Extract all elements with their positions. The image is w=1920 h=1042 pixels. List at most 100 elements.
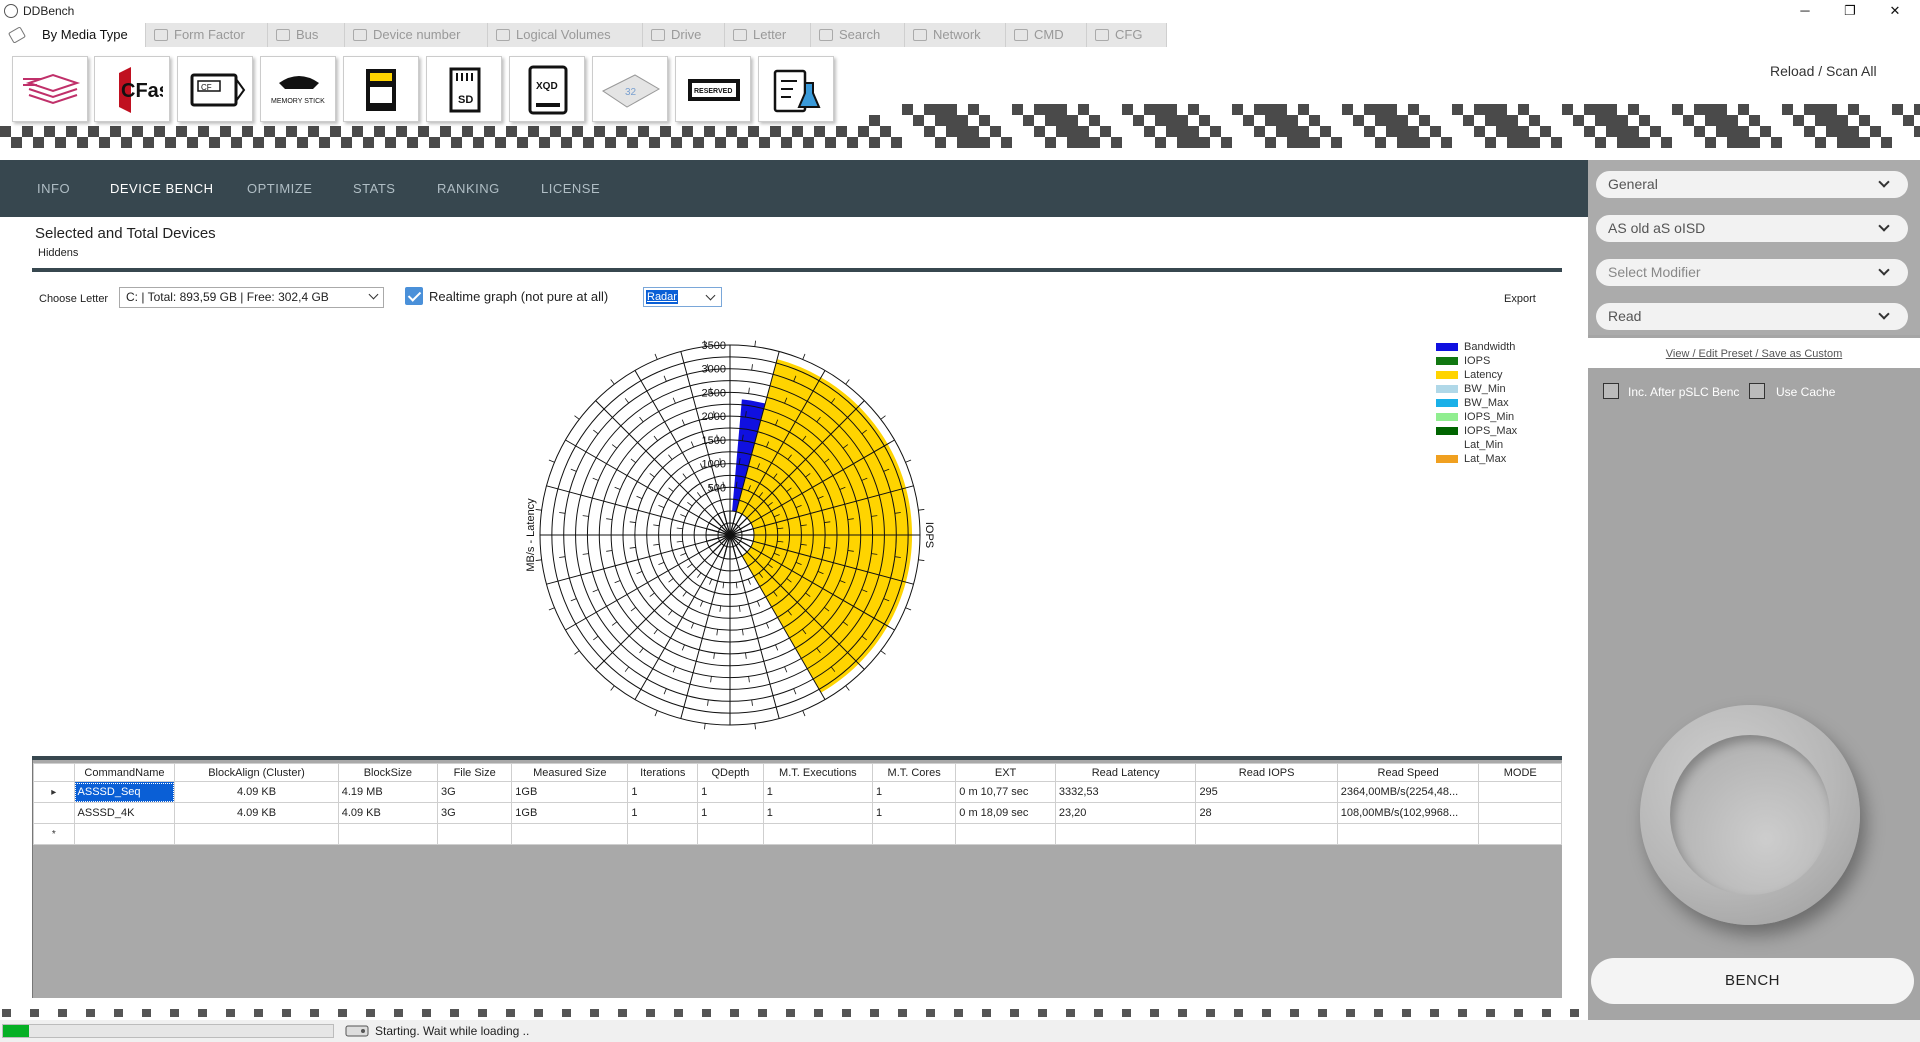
column-header[interactable]: CommandName <box>73 763 176 782</box>
table-row[interactable]: ASSSD_4K 4.09 KB 4.09 KB 3G 1GB 1 1 1 1 … <box>33 802 1562 824</box>
nav-ranking[interactable]: RANKING <box>437 160 500 217</box>
row-header-current[interactable]: ▸ <box>33 781 75 803</box>
table-row[interactable]: ▸ ASSSD_Seq 4.09 KB 4.19 MB 3G 1GB 1 1 1… <box>33 781 1562 803</box>
table-cell[interactable]: 3332,53 <box>1054 781 1197 803</box>
table-cell[interactable] <box>1336 823 1480 845</box>
media-sd-button[interactable]: SD <box>426 56 502 122</box>
restore-button[interactable]: ❐ <box>1827 0 1873 22</box>
media-memory-stick-button[interactable]: MEMORY STICK <box>260 56 336 122</box>
column-header[interactable]: BlockAlign (Cluster) <box>174 763 339 782</box>
media-sd-black-button[interactable] <box>343 56 419 122</box>
reload-scan-all-link[interactable]: Reload / Scan All <box>1770 63 1877 79</box>
tab-network[interactable]: Network <box>905 23 1006 47</box>
tab-search[interactable]: Search <box>811 23 905 47</box>
column-header[interactable]: Read Speed <box>1336 763 1480 782</box>
bench-dial-center[interactable] <box>1670 735 1830 895</box>
media-usb-stick-button[interactable]: 32 <box>592 56 668 122</box>
table-cell[interactable]: 108,00MB/s(102,9968... <box>1336 802 1480 824</box>
table-cell[interactable] <box>955 823 1056 845</box>
table-cell[interactable]: ASSSD_4K <box>73 802 176 824</box>
nav-optimize[interactable]: OPTIMIZE <box>247 160 312 217</box>
media-all-button[interactable] <box>12 56 88 122</box>
table-cell[interactable]: 4.19 MB <box>337 781 439 803</box>
table-cell[interactable]: 28 <box>1195 802 1338 824</box>
table-cell[interactable]: 295 <box>1195 781 1338 803</box>
realtime-graph-checkbox[interactable] <box>405 287 423 305</box>
close-button[interactable]: ✕ <box>1872 0 1918 22</box>
media-cf-button[interactable]: CF <box>177 56 253 122</box>
export-button[interactable]: Export <box>1504 293 1536 305</box>
tab-cmd[interactable]: CMD <box>1006 23 1087 47</box>
media-lab-button[interactable] <box>758 56 834 122</box>
tab-device-number[interactable]: Device number <box>345 23 488 47</box>
media-reserved-button[interactable]: RESERVED <box>675 56 751 122</box>
letter-dropdown[interactable]: C: | Total: 893,59 GB | Free: 302,4 GB <box>119 287 384 308</box>
table-cell[interactable] <box>437 823 513 845</box>
table-cell[interactable]: 1 <box>762 781 874 803</box>
column-header[interactable]: Read Latency <box>1054 763 1197 782</box>
table-cell[interactable]: 1 <box>697 802 764 824</box>
table-cell[interactable] <box>1054 823 1197 845</box>
table-cell[interactable]: ASSSD_Seq <box>73 781 176 803</box>
table-cell[interactable]: 4.09 KB <box>174 802 339 824</box>
table-cell[interactable] <box>1478 823 1562 845</box>
column-header[interactable]: Measured Size <box>511 763 629 782</box>
table-cell[interactable]: 0 m 10,77 sec <box>955 781 1056 803</box>
media-xqd-button[interactable]: XQD <box>509 56 585 122</box>
table-cell[interactable]: 1 <box>627 781 699 803</box>
table-cell[interactable] <box>697 823 764 845</box>
column-header[interactable]: Iterations <box>627 763 699 782</box>
tab-by-media-type[interactable]: By Media Type <box>0 23 146 47</box>
table-cell[interactable]: 23,20 <box>1054 802 1197 824</box>
column-header[interactable]: File Size <box>437 763 513 782</box>
use-cache-checkbox[interactable] <box>1749 383 1765 399</box>
table-cell[interactable] <box>174 823 339 845</box>
table-cell[interactable] <box>73 823 176 845</box>
tab-logical-volumes[interactable]: Logical Volumes <box>488 23 643 47</box>
table-cell[interactable] <box>762 823 874 845</box>
table-cell[interactable]: 1 <box>627 802 699 824</box>
column-header[interactable]: Read IOPS <box>1195 763 1338 782</box>
row-header[interactable] <box>33 802 75 824</box>
table-cell[interactable]: 3G <box>437 781 513 803</box>
graph-type-dropdown[interactable]: Radar <box>643 287 722 307</box>
nav-device-bench[interactable]: DEVICE BENCH <box>110 160 214 217</box>
preset-dropdown[interactable]: AS old aS oISD <box>1596 215 1908 242</box>
tab-form-factor[interactable]: Form Factor <box>146 23 268 47</box>
column-header[interactable]: QDepth <box>697 763 764 782</box>
table-cell[interactable] <box>1195 823 1338 845</box>
table-cell[interactable]: 4.09 KB <box>337 802 439 824</box>
table-cell[interactable]: 2364,00MB/s(2254,48... <box>1336 781 1480 803</box>
tab-cfg[interactable]: CFG <box>1087 23 1167 47</box>
tab-bus[interactable]: Bus <box>268 23 345 47</box>
column-header[interactable]: MODE <box>1478 763 1562 782</box>
table-cell[interactable]: 0 m 18,09 sec <box>955 802 1056 824</box>
column-header[interactable]: BlockSize <box>337 763 439 782</box>
modifier-dropdown[interactable]: Select Modifier <box>1596 259 1908 286</box>
nav-info[interactable]: INFO <box>37 160 70 217</box>
table-cell[interactable]: 1 <box>762 802 874 824</box>
nav-stats[interactable]: STATS <box>353 160 395 217</box>
column-header[interactable]: M.T. Cores <box>871 763 957 782</box>
nav-license[interactable]: LICENSE <box>541 160 600 217</box>
edit-preset-link[interactable]: View / Edit Preset / Save as Custom <box>1588 348 1920 360</box>
minimize-button[interactable]: ─ <box>1782 0 1828 22</box>
table-cell[interactable] <box>337 823 439 845</box>
table-cell[interactable]: 1 <box>871 802 957 824</box>
table-cell[interactable] <box>871 823 957 845</box>
table-cell[interactable] <box>1478 802 1562 824</box>
tab-letter[interactable]: Letter <box>725 23 811 47</box>
table-cell[interactable] <box>511 823 629 845</box>
table-cell[interactable] <box>1478 781 1562 803</box>
media-cfast-button[interactable]: CFast <box>94 56 170 122</box>
preset-category-dropdown[interactable]: General <box>1596 171 1908 198</box>
table-cell[interactable]: 1GB <box>511 802 629 824</box>
table-cell[interactable]: 1 <box>871 781 957 803</box>
table-cell[interactable]: 4.09 KB <box>174 781 339 803</box>
column-header[interactable]: M.T. Executions <box>762 763 874 782</box>
table-cell[interactable] <box>627 823 699 845</box>
column-header[interactable]: EXT <box>955 763 1056 782</box>
bench-button[interactable]: BENCH <box>1591 958 1914 1004</box>
new-row[interactable]: * <box>33 823 1562 845</box>
table-cell[interactable]: 3G <box>437 802 513 824</box>
